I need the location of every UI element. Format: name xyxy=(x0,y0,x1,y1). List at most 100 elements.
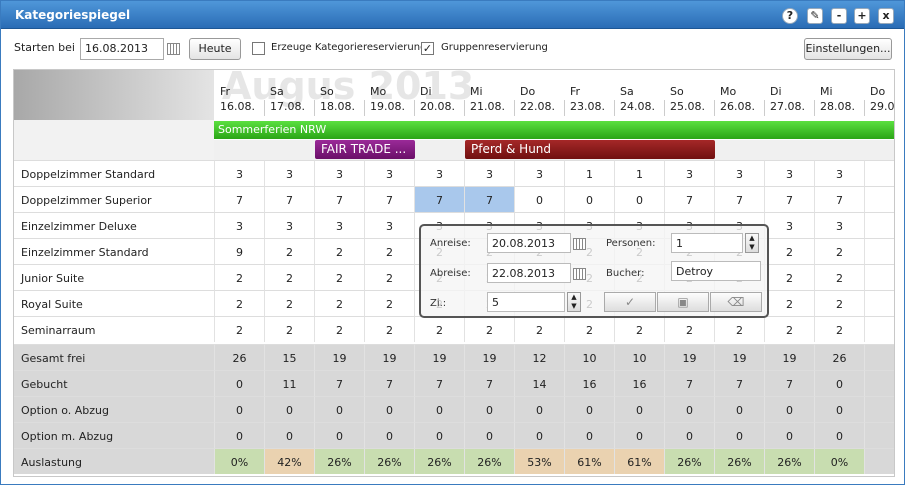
availability-cell[interactable]: 2 xyxy=(464,316,514,342)
availability-cell[interactable]: 2 xyxy=(414,316,464,342)
availability-cell[interactable]: 7 xyxy=(664,186,714,212)
wrench-icon[interactable]: ✎ xyxy=(807,8,823,24)
availability-cell[interactable]: 1 xyxy=(564,160,614,186)
availability-cell[interactable]: 2 xyxy=(364,316,414,342)
availability-cell[interactable]: 7 xyxy=(364,186,414,212)
availability-cell[interactable]: 3 xyxy=(364,160,414,186)
availability-cell[interactable]: 3 xyxy=(714,160,764,186)
availability-cell[interactable]: 7 xyxy=(214,186,264,212)
abreise-input[interactable]: 22.08.2013 xyxy=(487,263,571,283)
abreise-calendar-icon[interactable] xyxy=(573,268,586,280)
group-reservation-checkbox[interactable]: ✓ xyxy=(421,42,434,55)
personen-stepper[interactable]: ▲ ▼ xyxy=(745,233,759,253)
availability-cell[interactable]: 2 xyxy=(714,316,764,342)
availability-cell[interactable]: 2 xyxy=(314,316,364,342)
minimize-icon[interactable]: - xyxy=(831,8,847,24)
summary-cell: 10 xyxy=(614,344,664,370)
help-icon[interactable]: ? xyxy=(782,8,798,24)
summary-cell: 7 xyxy=(764,370,814,396)
availability-cell[interactable]: 2 xyxy=(264,238,314,264)
availability-cell[interactable]: 3 xyxy=(664,160,714,186)
availability-cell[interactable]: 2 xyxy=(264,290,314,316)
availability-cell[interactable]: 3 xyxy=(264,160,314,186)
availability-cell[interactable]: 7 xyxy=(714,186,764,212)
availability-cell[interactable]: 2 xyxy=(764,290,814,316)
availability-cell[interactable]: 2 xyxy=(364,238,414,264)
availability-cell[interactable]: 2 xyxy=(264,264,314,290)
availability-cell[interactable]: 3 xyxy=(764,160,814,186)
category-reservation-checkbox[interactable] xyxy=(252,42,265,55)
availability-cell[interactable]: 2 xyxy=(214,316,264,342)
availability-cell[interactable]: 3 xyxy=(214,160,264,186)
settings-button[interactable]: Einstellungen... xyxy=(804,38,892,60)
zi-stepper[interactable]: ▲ ▼ xyxy=(567,292,581,312)
availability-cell[interactable]: 3 xyxy=(414,160,464,186)
summary-cell: 26% xyxy=(364,448,414,474)
availability-cell[interactable]: 0 xyxy=(514,186,564,212)
anreise-input[interactable]: 20.08.2013 xyxy=(487,233,571,253)
today-button[interactable]: Heute xyxy=(189,38,241,60)
summary-cell: 19 xyxy=(764,344,814,370)
availability-cell[interactable]: 3 xyxy=(514,160,564,186)
event-sommerferien[interactable]: Sommerferien NRW xyxy=(214,121,894,139)
date-separator xyxy=(764,100,765,116)
availability-cell[interactable]: 3 xyxy=(464,160,514,186)
availability-cell[interactable]: 3 xyxy=(264,212,314,238)
availability-cell[interactable]: 7 xyxy=(414,186,464,212)
availability-cell[interactable]: 2 xyxy=(814,316,864,342)
availability-cell[interactable]: 2 xyxy=(314,290,364,316)
availability-cell[interactable]: 3 xyxy=(314,212,364,238)
availability-cell[interactable]: 2 xyxy=(664,316,714,342)
group-pferd-hund[interactable]: Pferd & Hund xyxy=(465,140,715,159)
confirm-check-icon[interactable]: ✓ xyxy=(604,292,656,312)
availability-cell[interactable]: 2 xyxy=(364,264,414,290)
summary-cell: 12 xyxy=(514,344,564,370)
availability-cell[interactable]: 7 xyxy=(314,186,364,212)
availability-cell[interactable]: 0 xyxy=(564,186,614,212)
availability-cell[interactable]: 2 xyxy=(214,264,264,290)
personen-input[interactable]: 1 xyxy=(671,233,743,253)
availability-cell[interactable]: 2 xyxy=(814,290,864,316)
availability-cell[interactable]: 3 xyxy=(764,212,814,238)
availability-cell[interactable]: 3 xyxy=(214,212,264,238)
availability-cell[interactable]: 1 xyxy=(614,160,664,186)
date-column-header: Sa 17.08. xyxy=(264,84,314,114)
availability-cell[interactable]: 2 xyxy=(814,264,864,290)
availability-cell[interactable]: 2 xyxy=(764,264,814,290)
delete-trash-icon[interactable]: ⌫ xyxy=(710,292,762,312)
date-separator xyxy=(464,100,465,116)
availability-cell[interactable]: 9 xyxy=(214,238,264,264)
availability-cell[interactable]: 2 xyxy=(314,264,364,290)
availability-cell[interactable]: 2 xyxy=(564,316,614,342)
availability-cell[interactable]: 7 xyxy=(264,186,314,212)
availability-cell[interactable]: 7 xyxy=(464,186,514,212)
availability-cell[interactable]: 2 xyxy=(514,316,564,342)
availability-cell[interactable]: 7 xyxy=(814,186,864,212)
maximize-icon[interactable]: + xyxy=(854,8,870,24)
bucher-input[interactable]: Detroy xyxy=(671,261,761,281)
availability-cell[interactable]: 2 xyxy=(264,316,314,342)
save-icon[interactable]: ▣ xyxy=(657,292,709,312)
group-fair-trade[interactable]: FAIR TRADE ... xyxy=(315,140,415,159)
availability-cell[interactable]: 2 xyxy=(364,290,414,316)
availability-cell[interactable]: 2 xyxy=(764,316,814,342)
availability-cell[interactable]: 0 xyxy=(614,186,664,212)
zi-label: Zi.: xyxy=(430,298,447,309)
availability-cell[interactable]: 3 xyxy=(364,212,414,238)
anreise-calendar-icon[interactable] xyxy=(573,238,586,250)
start-date-input[interactable]: 16.08.2013 xyxy=(80,38,164,60)
summary-cell: 0 xyxy=(764,396,814,422)
availability-cell[interactable]: 3 xyxy=(814,212,864,238)
close-icon[interactable]: x xyxy=(878,8,894,24)
availability-cell[interactable]: 2 xyxy=(814,238,864,264)
availability-cell[interactable]: 7 xyxy=(764,186,814,212)
summary-cell: 0 xyxy=(464,396,514,422)
calendar-icon[interactable] xyxy=(167,43,180,55)
availability-cell[interactable]: 2 xyxy=(764,238,814,264)
availability-cell[interactable]: 3 xyxy=(814,160,864,186)
zi-input[interactable]: 5 xyxy=(487,292,565,312)
availability-cell[interactable]: 3 xyxy=(314,160,364,186)
availability-cell[interactable]: 2 xyxy=(214,290,264,316)
availability-cell[interactable]: 2 xyxy=(314,238,364,264)
availability-cell[interactable]: 2 xyxy=(614,316,664,342)
